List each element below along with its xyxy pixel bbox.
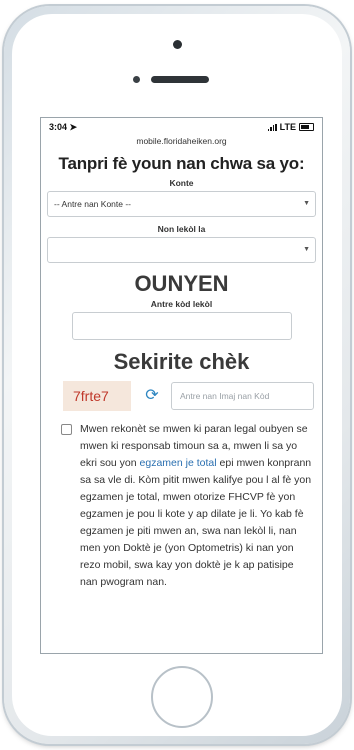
school-code-label: Antre kòd lekòl bbox=[150, 299, 213, 309]
status-time: 3:04 ➤ bbox=[49, 122, 78, 132]
status-right: LTE bbox=[267, 122, 314, 132]
consent-link[interactable]: egzamen je total bbox=[140, 457, 217, 469]
consent-text: Mwen rekonèt se mwen ki paran legal ouby… bbox=[80, 421, 316, 591]
county-label: Konte bbox=[169, 178, 194, 188]
security-heading: Sekirite chèk bbox=[113, 349, 250, 374]
chevron-down-icon: ▼ bbox=[303, 246, 310, 253]
chevron-down-icon: ▼ bbox=[303, 200, 310, 207]
phone-screen: 3:04 ➤ LTE mobile.floridaheiken.org Tanp… bbox=[40, 117, 323, 654]
captcha-input[interactable]: Antre nan Imaj nan Kòd bbox=[171, 382, 314, 410]
front-camera-icon bbox=[173, 40, 182, 49]
signal-icon bbox=[267, 123, 277, 131]
captcha-row: 7frte7 ⟳ Antre nan Imaj nan Kòd bbox=[47, 381, 316, 411]
or-divider: OUNYEN bbox=[134, 271, 229, 296]
home-button[interactable] bbox=[151, 666, 213, 728]
proximity-sensor-icon bbox=[133, 76, 140, 83]
location-arrow-icon: ➤ bbox=[69, 122, 78, 132]
page-content: Tanpri fè youn nan chwa sa yo: Konte -- … bbox=[41, 154, 322, 591]
page-title: Tanpri fè youn nan chwa sa yo: bbox=[58, 154, 305, 173]
school-label: Non lekòl la bbox=[157, 224, 206, 234]
school-select[interactable]: ▼ bbox=[47, 237, 316, 263]
captcha-image: 7frte7 bbox=[63, 381, 131, 411]
network-label: LTE bbox=[279, 122, 296, 132]
address-bar[interactable]: mobile.floridaheiken.org bbox=[41, 134, 322, 148]
county-select[interactable]: -- Antre nan Konte -- ▼ bbox=[47, 191, 316, 217]
consent-row: Mwen rekonèt se mwen ki paran legal ouby… bbox=[47, 421, 316, 591]
school-code-input[interactable] bbox=[71, 312, 292, 340]
refresh-icon[interactable]: ⟳ bbox=[143, 387, 161, 405]
status-bar: 3:04 ➤ LTE bbox=[41, 118, 322, 134]
speaker-grille bbox=[151, 76, 209, 83]
consent-checkbox[interactable] bbox=[61, 424, 72, 435]
consent-text-part2: epi mwen konprann sa sa vle di. Kòm piti… bbox=[80, 457, 312, 588]
county-select-value: -- Antre nan Konte -- bbox=[54, 199, 132, 209]
phone-frame: 3:04 ➤ LTE mobile.floridaheiken.org Tanp… bbox=[4, 6, 350, 744]
battery-icon bbox=[299, 123, 314, 131]
